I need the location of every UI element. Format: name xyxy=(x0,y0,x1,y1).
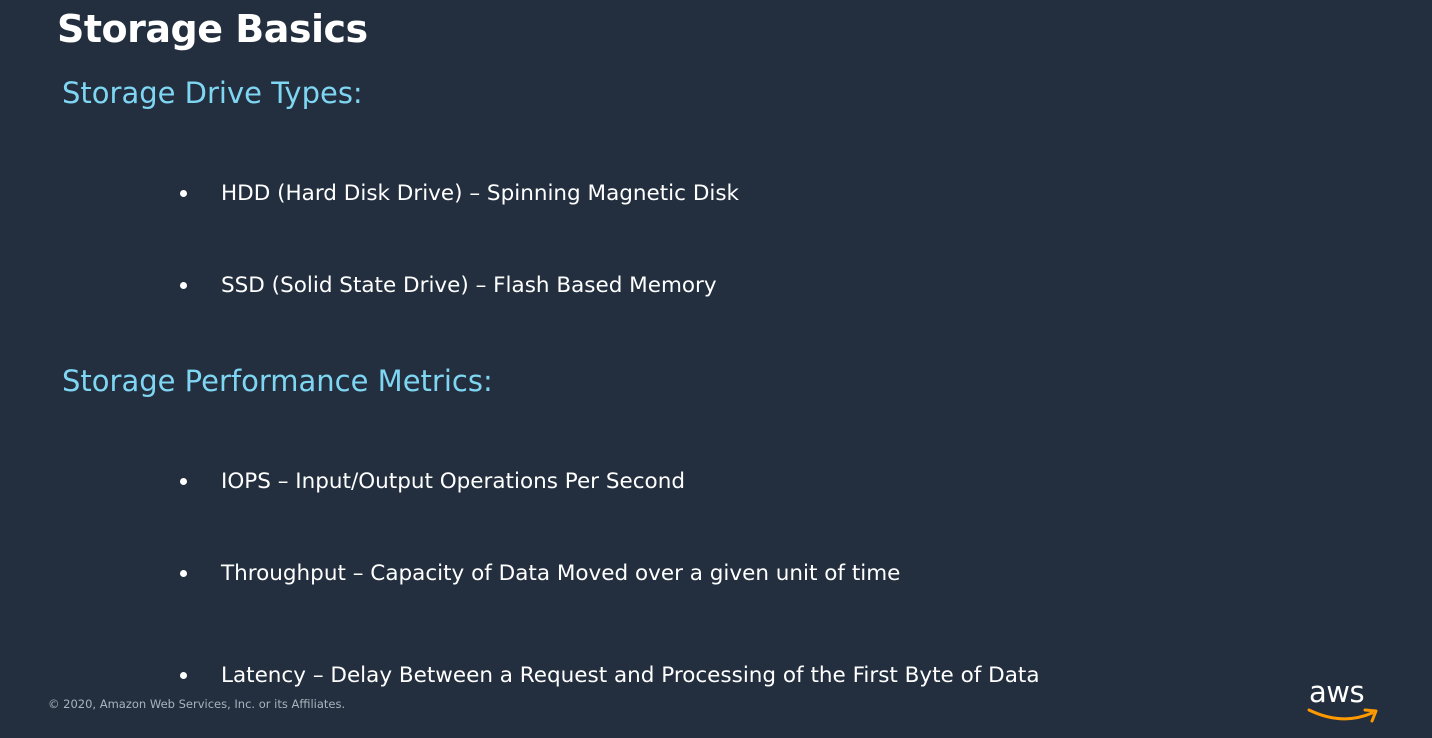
bullet-dot-icon xyxy=(180,569,187,577)
bullet-item: Latency – Delay Between a Request and Pr… xyxy=(178,660,1040,690)
aws-smile-arrow-icon xyxy=(1307,708,1378,723)
section-heading-performance-metrics: Storage Performance Metrics: xyxy=(62,364,493,398)
bullet-item: Throughput – Capacity of Data Moved over… xyxy=(178,558,900,588)
section-heading-drive-types: Storage Drive Types: xyxy=(62,76,363,110)
aws-logo-text: aws xyxy=(1309,675,1365,709)
bullet-text: Latency – Delay Between a Request and Pr… xyxy=(221,662,1040,688)
bullet-item: HDD (Hard Disk Drive) – Spinning Magneti… xyxy=(178,178,739,208)
bullet-dot-icon xyxy=(180,189,187,197)
slide-title: Storage Basics xyxy=(57,7,368,51)
bullet-text: SSD (Solid State Drive) – Flash Based Me… xyxy=(221,272,717,298)
copyright-footer: © 2020, Amazon Web Services, Inc. or its… xyxy=(48,697,346,711)
aws-logo: aws xyxy=(1306,676,1382,726)
bullet-dot-icon xyxy=(180,671,187,679)
slide: Storage Basics Storage Drive Types: HDD … xyxy=(0,0,1432,738)
bullet-item: IOPS – Input/Output Operations Per Secon… xyxy=(178,466,685,496)
bullet-text: Throughput – Capacity of Data Moved over… xyxy=(221,560,901,586)
bullet-item: SSD (Solid State Drive) – Flash Based Me… xyxy=(178,270,717,300)
bullet-dot-icon xyxy=(180,477,187,485)
bullet-text: HDD (Hard Disk Drive) – Spinning Magneti… xyxy=(221,180,739,206)
bullet-text: IOPS – Input/Output Operations Per Secon… xyxy=(221,468,685,494)
bullet-dot-icon xyxy=(180,281,187,289)
